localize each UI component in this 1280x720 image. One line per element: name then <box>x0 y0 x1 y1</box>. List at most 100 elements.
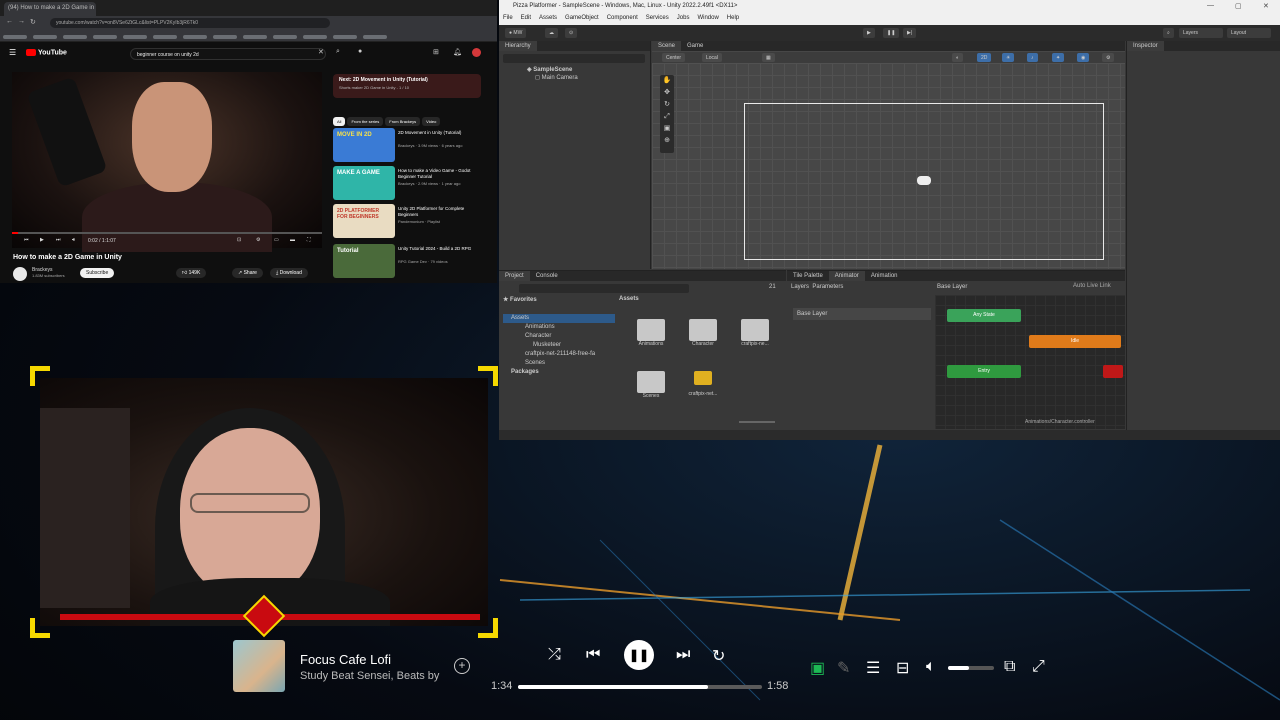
download-button[interactable]: ⤓ Download <box>270 268 308 278</box>
volume-icon[interactable]: 🔈︎ <box>926 658 936 676</box>
tab-project[interactable]: Project <box>499 271 530 281</box>
now-playing-view-icon[interactable]: ▣ <box>810 658 825 678</box>
tree-item[interactable]: Packages <box>503 368 615 377</box>
chip[interactable]: All <box>333 117 346 126</box>
tree-item[interactable]: Assets <box>503 314 615 323</box>
space-dropdown[interactable]: Local <box>702 53 722 62</box>
hierarchy-search[interactable] <box>503 54 645 63</box>
video-player[interactable] <box>12 72 322 252</box>
tree-item[interactable]: Scenes <box>503 359 615 368</box>
clear-search-icon[interactable]: ✕ <box>318 48 324 56</box>
zoom-slider[interactable] <box>739 421 775 423</box>
forward-icon[interactable]: → <box>18 18 25 25</box>
sidebar-video[interactable]: Tutorial Unity Tutorial 2024 - Build a 2… <box>333 244 481 278</box>
layout-dropdown[interactable]: Layout <box>1227 28 1271 38</box>
folder-item[interactable]: craftpix-net... <box>683 371 723 397</box>
menu-item[interactable]: Jobs <box>677 15 690 21</box>
pause-button[interactable]: ❚❚ <box>624 640 654 670</box>
share-button[interactable]: ↗ Share <box>232 268 263 278</box>
queue-icon[interactable]: ☰ <box>866 658 880 678</box>
effects-icon[interactable]: ✦ <box>1052 53 1065 62</box>
channel-avatar[interactable] <box>13 267 27 281</box>
tools[interactable]: ✋ ✥ ↻ ⤢ ▣ ⊕ <box>660 75 674 147</box>
search-input[interactable]: beginner course on unity 2d <box>130 48 326 60</box>
chip[interactable]: From Brackeys <box>385 117 421 126</box>
gizmos-icon[interactable]: ⚙ <box>1102 53 1115 62</box>
captions-icon[interactable]: ⊡ <box>237 237 241 243</box>
menu-icon[interactable]: ☰ <box>9 48 16 57</box>
favorites-item[interactable]: ★ Favorites <box>503 296 615 305</box>
previous-icon[interactable]: ⏮ <box>24 237 29 243</box>
pivot-dropdown[interactable]: Center <box>662 53 686 62</box>
chip[interactable]: Video <box>422 117 441 126</box>
menu-item[interactable]: Help <box>727 15 739 21</box>
search-icon[interactable]: ⌕ <box>1163 28 1174 38</box>
previous-icon[interactable]: ⏮ <box>586 646 600 664</box>
lyrics-icon[interactable]: ✎ <box>837 658 850 678</box>
shuffle-icon[interactable]: ⤮ <box>548 646 561 664</box>
grid-snap-icon[interactable]: ▦ <box>762 53 775 62</box>
tab-animation[interactable]: Animation <box>864 271 904 281</box>
mic-icon[interactable]: ● <box>358 48 362 55</box>
next-icon[interactable]: ⏭ <box>56 237 61 243</box>
tree-item[interactable]: craftpix-net-211148-free-fa <box>503 350 615 359</box>
account-dropdown[interactable]: ● MW <box>505 28 527 38</box>
tree-item[interactable]: Animations <box>503 323 615 332</box>
collab-icon[interactable]: ⊙ <box>565 28 578 38</box>
album-art[interactable] <box>233 640 285 692</box>
add-icon[interactable]: + <box>454 658 470 674</box>
tab-hierarchy[interactable]: Hierarchy <box>499 41 537 51</box>
volume-icon[interactable]: 🔊︎ <box>72 237 75 243</box>
tree-item[interactable]: Character <box>503 332 615 341</box>
repeat-icon[interactable]: ↻ <box>712 646 725 666</box>
idle-node[interactable]: Idle <box>1029 335 1121 348</box>
pause-button[interactable]: ❚❚ <box>883 28 900 38</box>
tab-animator[interactable]: Animator <box>828 271 865 281</box>
tab-parameters[interactable]: Parameters <box>812 284 843 290</box>
reload-icon[interactable]: ↻ <box>30 18 36 26</box>
menu-item[interactable]: File <box>503 15 513 21</box>
menu-item[interactable]: Component <box>607 15 638 21</box>
close-icon[interactable]: ✕ <box>1263 2 1269 10</box>
volume-slider[interactable] <box>948 666 994 670</box>
menu-item[interactable]: Services <box>646 15 669 21</box>
step-button[interactable]: ▶| <box>903 28 917 38</box>
next-icon[interactable]: ⏭ <box>676 646 690 664</box>
2d-toggle[interactable]: 2D <box>977 53 992 62</box>
create-icon[interactable]: ⊞ <box>433 48 439 56</box>
menu-item[interactable]: Window <box>697 15 718 21</box>
folder-item[interactable]: Animations <box>631 319 671 347</box>
layers-dropdown[interactable]: Layers <box>1179 28 1223 38</box>
tab-console[interactable]: Console <box>529 271 564 281</box>
audio-icon[interactable]: ♪ <box>1027 53 1038 62</box>
notifications-icon[interactable]: 🔔︎ <box>453 48 462 56</box>
state-machine-graph[interactable]: Any State Idle Entry Animations/Characte… <box>935 295 1125 429</box>
tab-game[interactable]: Game <box>681 41 710 51</box>
sidebar-video[interactable]: 2D PLATFORMER FOR BEGINNERS Unity 2D Pla… <box>333 204 481 238</box>
playlist-panel[interactable]: Next: 2D Movement in Unity (Tutorial) Sh… <box>333 74 481 98</box>
youtube-logo[interactable]: YouTube <box>26 49 67 56</box>
tree-item[interactable]: Musketeer <box>503 341 615 350</box>
tab-inspector[interactable]: Inspector <box>1127 41 1164 51</box>
folder-item[interactable]: Character <box>683 319 723 347</box>
tab-scene[interactable]: Scene <box>652 41 682 51</box>
url-input[interactable]: youtube.com/watch?v=on8VSe6ZtGLc&list=PL… <box>50 18 330 28</box>
layer-row[interactable]: Base Layer <box>793 308 931 320</box>
subscribe-button[interactable]: Subscribe <box>80 268 115 278</box>
sidebar-video[interactable]: MOVE IN 2D 2D Movement in Unity (Tutoria… <box>333 128 481 162</box>
menu-item[interactable]: Edit <box>521 15 531 21</box>
miniplayer-icon[interactable]: ⧉ <box>1004 658 1015 676</box>
back-icon[interactable]: ← <box>6 18 13 25</box>
draw-mode-icon[interactable]: ◐ <box>952 53 964 62</box>
any-state-node[interactable]: Any State <box>947 309 1021 322</box>
folder-item[interactable]: Scenes <box>631 371 671 399</box>
settings-icon[interactable]: ⚙ <box>256 237 260 243</box>
lighting-icon[interactable]: ☀ <box>1002 53 1015 62</box>
scene-grid[interactable]: ✋ ✥ ↻ ⤢ ▣ ⊕ <box>652 63 1125 269</box>
cloud-icon[interactable]: ☁ <box>545 28 558 38</box>
project-search[interactable] <box>519 284 689 293</box>
track-title[interactable]: Focus Cafe Lofi <box>300 652 391 667</box>
minimize-icon[interactable]: — <box>1207 2 1214 9</box>
folder-item[interactable]: craftpix-ne... <box>735 319 775 347</box>
camera-gizmo-icon[interactable] <box>917 176 931 185</box>
